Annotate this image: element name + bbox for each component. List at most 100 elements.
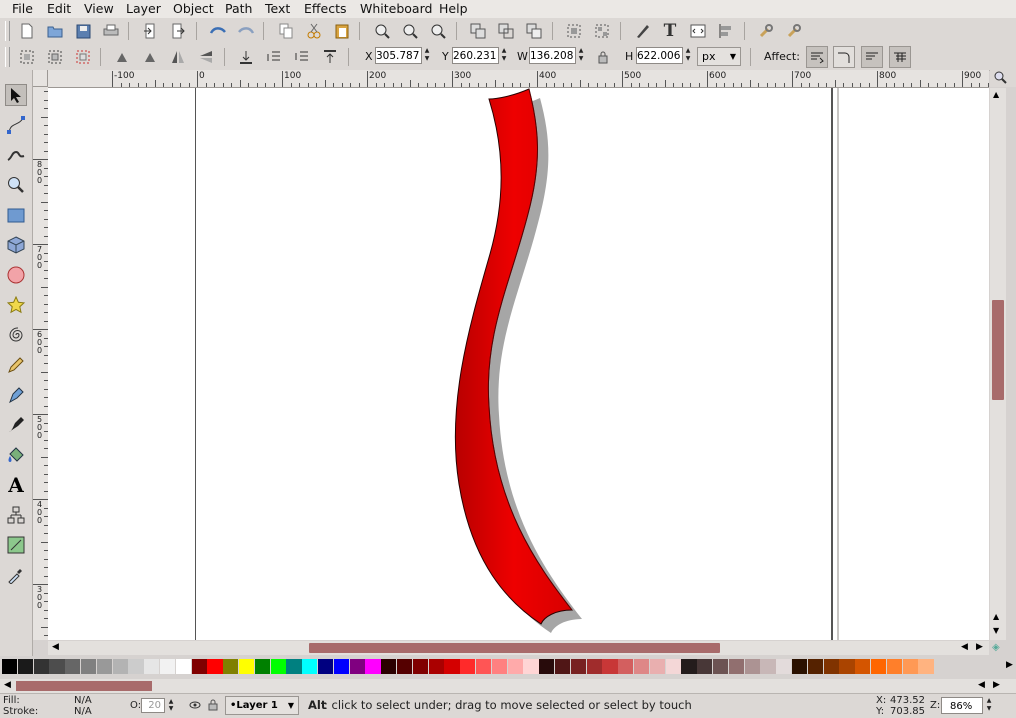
dropper-tool-icon[interactable]	[5, 564, 27, 586]
palette-swatch[interactable]	[855, 659, 871, 674]
scroll-left-icon[interactable]: ◀	[978, 680, 985, 690]
palette-swatch[interactable]	[81, 659, 97, 674]
palette-swatch[interactable]	[49, 659, 65, 674]
height-spinner[interactable]: ▲ ▼	[684, 47, 692, 64]
palette-swatch[interactable]	[839, 659, 855, 674]
palette-scroll-thumb[interactable]	[16, 681, 152, 691]
save-icon[interactable]	[73, 21, 93, 41]
palette-swatch[interactable]	[713, 659, 729, 674]
palette-swatch[interactable]	[476, 659, 492, 674]
palette-swatch[interactable]	[286, 659, 302, 674]
x-spinner[interactable]: ▲ ▼	[423, 47, 431, 64]
palette-swatch[interactable]	[302, 659, 318, 674]
palette-swatch[interactable]	[207, 659, 223, 674]
menu-effects[interactable]: Effects	[304, 1, 347, 16]
horizontal-ruler[interactable]: -100 0 100 200 300 400 500 600 700 800 900	[48, 70, 989, 88]
new-document-icon[interactable]	[17, 21, 37, 41]
horizontal-scrollbar[interactable]: ◀ ◀ ▶	[48, 641, 989, 655]
rectangle-tool-icon[interactable]	[5, 204, 27, 226]
unit-select[interactable]: px ▼	[697, 47, 741, 66]
palette-swatch[interactable]	[665, 659, 681, 674]
scroll-left-icon[interactable]: ◀	[961, 642, 968, 652]
print-icon[interactable]	[101, 21, 121, 41]
text-font-icon[interactable]: T	[660, 21, 680, 41]
lower-icon[interactable]	[264, 47, 284, 67]
palette-swatch[interactable]	[397, 659, 413, 674]
vertical-scrollbar[interactable]: ▲ ▲ ▼	[990, 88, 1006, 640]
palette-swatch[interactable]	[191, 659, 207, 674]
horizontal-scroll-thumb[interactable]	[309, 643, 720, 653]
palette-swatch[interactable]	[681, 659, 697, 674]
scroll-down-icon[interactable]: ▼	[993, 626, 999, 635]
palette-swatch[interactable]	[776, 659, 792, 674]
palette-swatch[interactable]	[649, 659, 665, 674]
toolbar-grip[interactable]	[5, 47, 10, 67]
export-icon[interactable]	[168, 21, 188, 41]
palette-swatch[interactable]	[697, 659, 713, 674]
palette-swatch[interactable]	[175, 659, 191, 674]
pencil-tool-icon[interactable]	[5, 354, 27, 376]
palette-swatch[interactable]	[160, 659, 176, 674]
toolbar-grip[interactable]	[5, 21, 10, 41]
palette-swatch[interactable]	[760, 659, 776, 674]
palette-swatch[interactable]	[555, 659, 571, 674]
palette-swatch[interactable]	[823, 659, 839, 674]
palette-swatch[interactable]	[365, 659, 381, 674]
redo-icon[interactable]	[236, 21, 256, 41]
palette-swatch[interactable]	[728, 659, 744, 674]
menu-file[interactable]: File	[12, 1, 33, 16]
menu-text[interactable]: Text	[265, 1, 290, 16]
palette-swatch[interactable]	[491, 659, 507, 674]
rotate-ccw-icon[interactable]	[112, 47, 132, 67]
copy-icon[interactable]	[276, 21, 296, 41]
palette-swatch[interactable]	[618, 659, 634, 674]
raise-to-top-icon[interactable]	[320, 47, 340, 67]
palette-menu-icon[interactable]: ▶	[1006, 660, 1013, 670]
gradient-tool-icon[interactable]	[5, 534, 27, 556]
cut-icon[interactable]	[304, 21, 324, 41]
lock-icon[interactable]	[593, 47, 613, 67]
node-tool-icon[interactable]	[5, 114, 27, 136]
deselect-icon[interactable]	[73, 47, 93, 67]
undo-icon[interactable]	[208, 21, 228, 41]
palette-swatch[interactable]	[539, 659, 555, 674]
zoom-tool-icon[interactable]	[5, 174, 27, 196]
width-input[interactable]: 136.208	[529, 47, 576, 64]
palette-swatch[interactable]	[507, 659, 523, 674]
clone-icon[interactable]	[496, 21, 516, 41]
affect-stroke-toggle[interactable]	[806, 46, 828, 68]
tweak-tool-icon[interactable]	[5, 144, 27, 166]
menu-whiteboard[interactable]: Whiteboard	[360, 1, 432, 16]
palette-swatch[interactable]	[270, 659, 286, 674]
palette-swatch[interactable]	[602, 659, 618, 674]
rotate-cw-icon[interactable]	[140, 47, 160, 67]
scroll-right-icon[interactable]: ▶	[976, 642, 983, 652]
y-input[interactable]: 260.231	[452, 47, 499, 64]
palette-swatch[interactable]	[586, 659, 602, 674]
palette-swatch[interactable]	[318, 659, 334, 674]
group-icon[interactable]	[564, 21, 584, 41]
menu-object[interactable]: Object	[173, 1, 214, 16]
scroll-left-icon[interactable]: ◀	[52, 642, 59, 652]
selector-tool-icon[interactable]	[5, 84, 27, 106]
palette-swatch[interactable]	[333, 659, 349, 674]
palette-swatch[interactable]	[444, 659, 460, 674]
palette-swatch[interactable]	[523, 659, 539, 674]
spiral-tool-icon[interactable]	[5, 324, 27, 346]
flip-horizontal-icon[interactable]	[168, 47, 188, 67]
flip-vertical-icon[interactable]	[196, 47, 216, 67]
menu-layer[interactable]: Layer	[126, 1, 161, 16]
palette-swatch[interactable]	[254, 659, 270, 674]
palette-scrollbar[interactable]: ◀ ◀ ▶	[0, 679, 1016, 693]
affect-corners-toggle[interactable]	[833, 46, 855, 68]
unlink-clone-icon[interactable]	[524, 21, 544, 41]
ribbon-shape[interactable]	[48, 88, 989, 640]
palette-swatch[interactable]	[96, 659, 112, 674]
palette-swatch[interactable]	[634, 659, 650, 674]
pen-tool-icon[interactable]	[5, 384, 27, 406]
palette-swatch[interactable]	[2, 659, 18, 674]
vertical-scroll-thumb[interactable]	[992, 300, 1004, 400]
opacity-spinner[interactable]: ▲ ▼	[167, 698, 175, 713]
palette-swatch[interactable]	[744, 659, 760, 674]
palette-swatch[interactable]	[871, 659, 887, 674]
